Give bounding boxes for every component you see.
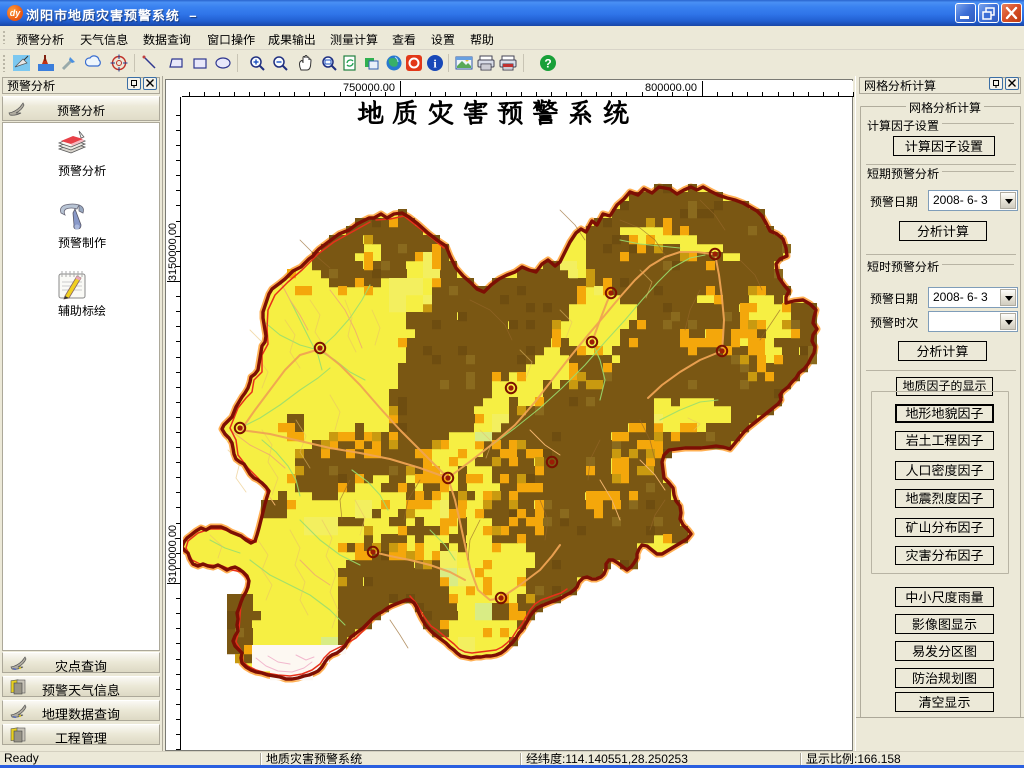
svg-text:?: ? (544, 55, 551, 72)
svg-text:地质灾害预警系统: 地质灾害预警系统 (357, 98, 637, 130)
